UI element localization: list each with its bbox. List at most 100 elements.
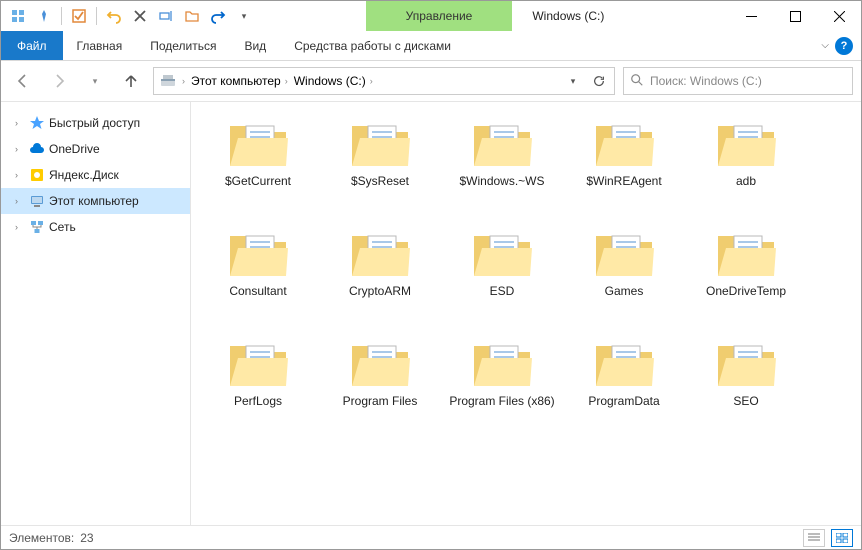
properties-icon[interactable]: [7, 5, 29, 27]
folder-label: $SysReset: [351, 174, 409, 188]
folder-label: ProgramData: [588, 394, 659, 408]
folder-item[interactable]: Consultant: [197, 222, 319, 332]
refresh-icon[interactable]: [586, 68, 612, 94]
details-view-button[interactable]: [803, 529, 825, 547]
expand-icon[interactable]: ›: [15, 222, 25, 232]
tree-item-network[interactable]: › Сеть: [1, 214, 190, 240]
window-controls: [729, 1, 861, 31]
quick-access-toolbar: ▾: [1, 5, 261, 27]
tab-drive-tools[interactable]: Средства работы с дисками: [280, 31, 465, 60]
folder-label: Consultant: [229, 284, 286, 298]
expand-icon[interactable]: ›: [15, 196, 25, 206]
folder-label: $WinREAgent: [586, 174, 661, 188]
tree-item-yandex-disk[interactable]: › Яндекс.Диск: [1, 162, 190, 188]
folder-item[interactable]: adb: [685, 112, 807, 222]
folder-item[interactable]: $WinREAgent: [563, 112, 685, 222]
tab-home[interactable]: Главная: [63, 31, 137, 60]
tree-item-onedrive[interactable]: › OneDrive: [1, 136, 190, 162]
new-folder-icon[interactable]: [181, 5, 203, 27]
help-icon[interactable]: ?: [835, 37, 853, 55]
pin-icon[interactable]: [33, 5, 55, 27]
search-box[interactable]: [623, 67, 853, 95]
tree-item-this-pc[interactable]: › Этот компьютер: [1, 188, 190, 214]
folder-item[interactable]: $Windows.~WS: [441, 112, 563, 222]
expand-icon[interactable]: ›: [15, 144, 25, 154]
back-button[interactable]: [9, 67, 37, 95]
minimize-button[interactable]: [729, 1, 773, 31]
folder-item[interactable]: Program Files (x86): [441, 332, 563, 442]
search-icon: [630, 73, 644, 90]
folder-label: Program Files: [343, 394, 418, 408]
tree-item-quick-access[interactable]: › Быстрый доступ: [1, 110, 190, 136]
ribbon-expand-icon[interactable]: ⌵: [821, 40, 829, 51]
undo-icon[interactable]: [103, 5, 125, 27]
redo-icon[interactable]: [207, 5, 229, 27]
titlebar: ▾ Управление Windows (C:): [1, 1, 861, 31]
rename-icon[interactable]: [155, 5, 177, 27]
address-bar[interactable]: › Этот компьютер › Windows (C:) › ▾: [153, 67, 615, 95]
folder-item[interactable]: SEO: [685, 332, 807, 442]
expand-icon[interactable]: ›: [15, 170, 25, 180]
status-item-count: 23: [80, 531, 93, 545]
folder-label: ESD: [490, 284, 515, 298]
folder-label: Program Files (x86): [449, 394, 554, 408]
tree-label: Яндекс.Диск: [49, 168, 119, 182]
folder-label: $GetCurrent: [225, 174, 291, 188]
folder-icon: [592, 336, 656, 392]
disk-icon: [29, 167, 45, 183]
folder-item[interactable]: $GetCurrent: [197, 112, 319, 222]
folder-item[interactable]: CryptoARM: [319, 222, 441, 332]
folder-item[interactable]: ESD: [441, 222, 563, 332]
checkbox-icon[interactable]: [68, 5, 90, 27]
tab-file[interactable]: Файл: [1, 31, 63, 60]
contextual-tab-manage[interactable]: Управление: [366, 1, 513, 31]
cloud-icon: [29, 141, 45, 157]
folder-icon: [348, 336, 412, 392]
star-icon: [29, 115, 45, 131]
breadcrumb-current[interactable]: Windows (C:) ›: [294, 68, 373, 94]
folder-icon: [226, 226, 290, 282]
folder-icon: [226, 116, 290, 172]
ribbon-tabs: Файл Главная Поделиться Вид Средства раб…: [1, 31, 861, 61]
qat-dropdown-icon[interactable]: ▾: [233, 5, 255, 27]
up-button[interactable]: [117, 67, 145, 95]
folder-icon: [226, 336, 290, 392]
delete-icon[interactable]: [129, 5, 151, 27]
folder-icon: [592, 116, 656, 172]
folder-item[interactable]: $SysReset: [319, 112, 441, 222]
maximize-button[interactable]: [773, 1, 817, 31]
search-input[interactable]: [650, 74, 846, 88]
navigation-pane[interactable]: › Быстрый доступ › OneDrive › Яндекс.Дис…: [1, 102, 191, 525]
folder-item[interactable]: Games: [563, 222, 685, 332]
close-button[interactable]: [817, 1, 861, 31]
folder-item[interactable]: ProgramData: [563, 332, 685, 442]
folder-grid: $GetCurrent $SysReset $Windows.~WS $WinREAg…: [197, 112, 855, 442]
tab-view[interactable]: Вид: [230, 31, 280, 60]
folder-icon: [470, 336, 534, 392]
folder-icon: [470, 116, 534, 172]
content-area: › Быстрый доступ › OneDrive › Яндекс.Дис…: [1, 101, 861, 525]
folder-label: $Windows.~WS: [459, 174, 544, 188]
chevron-right-icon[interactable]: ›: [182, 76, 185, 86]
folder-view[interactable]: $GetCurrent $SysReset $Windows.~WS $WinREAg…: [191, 102, 861, 525]
folder-item[interactable]: Program Files: [319, 332, 441, 442]
breadcrumb-root[interactable]: Этот компьютер ›: [191, 68, 288, 94]
status-bar: Элементов: 23: [1, 525, 861, 549]
chevron-right-icon[interactable]: ›: [370, 76, 373, 86]
folder-icon: [592, 226, 656, 282]
recent-locations-button[interactable]: ▾: [81, 67, 109, 95]
folder-icon: [714, 116, 778, 172]
chevron-right-icon[interactable]: ›: [285, 76, 288, 86]
window-title: Windows (C:): [512, 9, 624, 23]
history-dropdown-icon[interactable]: ▾: [560, 68, 586, 94]
network-icon: [29, 219, 45, 235]
tree-label: Этот компьютер: [49, 194, 139, 208]
icons-view-button[interactable]: [831, 529, 853, 547]
expand-icon[interactable]: ›: [15, 118, 25, 128]
forward-button[interactable]: [45, 67, 73, 95]
tab-share[interactable]: Поделиться: [136, 31, 230, 60]
folder-label: adb: [736, 174, 756, 188]
folder-item[interactable]: PerfLogs: [197, 332, 319, 442]
folder-label: PerfLogs: [234, 394, 282, 408]
folder-item[interactable]: OneDriveTemp: [685, 222, 807, 332]
